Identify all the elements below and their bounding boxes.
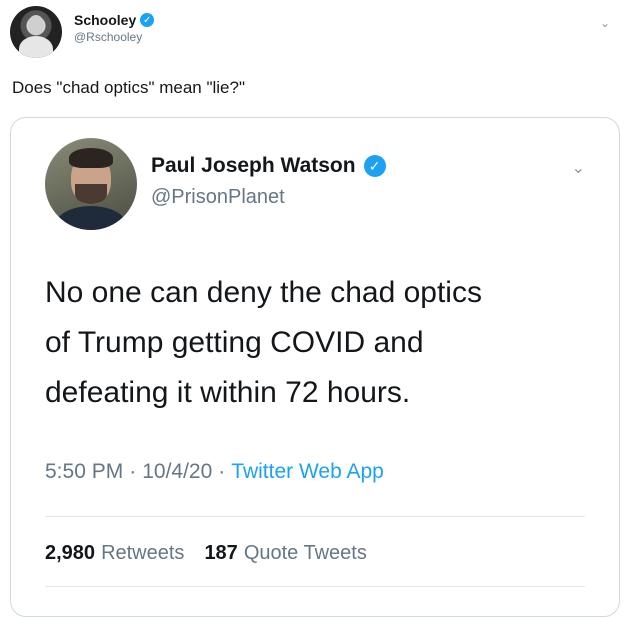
quoted-author-handle[interactable]: @PrisonPlanet (151, 186, 386, 209)
chevron-down-icon[interactable]: ⌄ (600, 16, 610, 30)
divider (45, 586, 585, 587)
quoted-tweet-stats: 2,980 Retweets 187 Quote Tweets (45, 542, 367, 565)
quoted-tweet-text-line: No one can deny the chad optics (45, 276, 482, 309)
outer-tweet-header: Schooley ✓ @Rschooley ⌄ (10, 4, 624, 60)
quoted-avatar-beard (75, 184, 107, 204)
verified-icon: ✓ (363, 155, 386, 177)
quoted-name-row: Paul Joseph Watson ✓ (151, 154, 386, 178)
divider (45, 516, 585, 517)
outer-avatar-head (28, 15, 44, 35)
outer-tweet: Schooley ✓ @Rschooley ⌄ Does "chad optic… (0, 0, 634, 617)
outer-author-name[interactable]: Schooley (74, 12, 136, 28)
outer-author-block: Schooley ✓ @Rschooley (74, 12, 155, 44)
quoted-author-name[interactable]: Paul Joseph Watson (151, 154, 356, 178)
chevron-down-icon[interactable]: ⌄ (572, 158, 585, 178)
retweets-label[interactable]: Retweets (101, 542, 184, 565)
outer-name-row: Schooley ✓ (74, 12, 155, 28)
quote-tweets-count[interactable]: 187 (204, 542, 237, 565)
quoted-tweet-card[interactable]: Paul Joseph Watson ✓ @PrisonPlanet ⌄ No … (10, 117, 620, 617)
meta-separator: · (129, 460, 137, 483)
quoted-tweet-text: No one can deny the chad optics of Trump… (45, 268, 605, 418)
quoted-avatar-hair (69, 148, 113, 168)
quoted-author-block: Paul Joseph Watson ✓ @PrisonPlanet (151, 154, 386, 209)
outer-avatar-shoulders (19, 36, 53, 58)
quoted-tweet-meta: 5:50 PM · 10/4/20 · Twitter Web App (45, 460, 384, 484)
quoted-tweet-text-line: of Trump getting COVID and (45, 326, 424, 359)
outer-author-handle[interactable]: @Rschooley (74, 30, 154, 44)
tweet-time[interactable]: 5:50 PM (45, 460, 123, 484)
quoted-tweet-text-line: defeating it within 72 hours. (45, 376, 411, 409)
verified-icon: ✓ (140, 13, 155, 27)
meta-separator: · (218, 460, 226, 483)
tweet-source-link[interactable]: Twitter Web App (231, 460, 384, 484)
quote-tweets-label[interactable]: Quote Tweets (244, 542, 367, 565)
outer-tweet-text: Does "chad optics" mean "lie?" (12, 78, 245, 97)
quoted-avatar[interactable] (45, 138, 137, 230)
outer-avatar[interactable] (10, 6, 62, 58)
quoted-avatar-shirt (55, 206, 127, 230)
stats-spacer (190, 542, 198, 565)
tweet-date[interactable]: 10/4/20 (142, 460, 212, 484)
retweets-count[interactable]: 2,980 (45, 542, 95, 565)
